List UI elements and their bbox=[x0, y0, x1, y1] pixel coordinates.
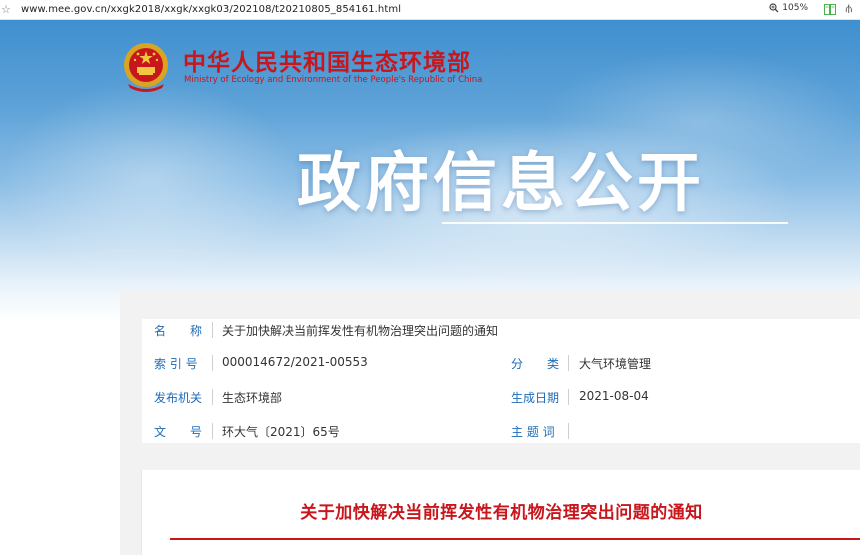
article-title: 关于加快解决当前挥发性有机物治理突出问题的通知 bbox=[300, 503, 703, 523]
reader-mode-icon[interactable] bbox=[824, 4, 836, 18]
name-label: 名 称 bbox=[154, 324, 203, 338]
pin-icon[interactable]: ⫛ bbox=[845, 2, 852, 16]
site-subtitle: Ministry of Ecology and Environment of t… bbox=[184, 75, 483, 85]
issuer-value: 生态环境部 bbox=[222, 391, 283, 405]
docno-label: 文 号 bbox=[154, 425, 203, 439]
banner-cloud bbox=[0, 80, 300, 280]
national-emblem-icon[interactable] bbox=[120, 40, 172, 94]
divider bbox=[212, 423, 213, 439]
hero-divider bbox=[442, 222, 788, 224]
issuer-label: 发布机关 bbox=[154, 391, 203, 405]
zoom-indicator[interactable]: 105% bbox=[769, 3, 808, 13]
article-panel: 关于加快解决当前挥发性有机物治理突出问题的通知 bbox=[141, 470, 860, 555]
info-row-index: 索 引 号 000014672/2021-00553 分 类 大气环境管理 bbox=[142, 347, 860, 379]
info-row-docno: 文 号 环大气〔2021〕65号 主 题 词 bbox=[142, 415, 860, 447]
index-label: 索 引 号 bbox=[154, 357, 198, 371]
divider bbox=[212, 322, 213, 338]
divider bbox=[568, 355, 569, 371]
site-title[interactable]: 中华人民共和国生态环境部 bbox=[183, 43, 471, 77]
hero-title: 政府信息公开 bbox=[297, 147, 705, 221]
zoom-icon bbox=[769, 3, 779, 13]
category-value: 大气环境管理 bbox=[579, 357, 652, 371]
divider bbox=[568, 389, 569, 405]
divider bbox=[568, 423, 569, 439]
divider bbox=[212, 389, 213, 405]
bookmark-star-icon[interactable]: ☆ bbox=[1, 3, 13, 16]
index-value: 000014672/2021-00553 bbox=[222, 355, 368, 369]
subject-label: 主 题 词 bbox=[511, 425, 555, 439]
browser-address-bar: ☆ www.mee.gov.cn/xxgk2018/xxgk/xxgk03/20… bbox=[0, 0, 860, 20]
zoom-level: 105% bbox=[782, 3, 808, 13]
docno-value: 环大气〔2021〕65号 bbox=[222, 425, 340, 439]
date-value: 2021-08-04 bbox=[579, 389, 649, 403]
name-value: 关于加快解决当前挥发性有机物治理突出问题的通知 bbox=[222, 324, 499, 338]
info-row-issuer: 发布机关 生态环境部 生成日期 2021-08-04 bbox=[142, 381, 860, 413]
info-row-name: 名 称 关于加快解决当前挥发性有机物治理突出问题的通知 bbox=[142, 314, 860, 346]
document-info-table: 名 称 关于加快解决当前挥发性有机物治理突出问题的通知 索 引 号 000014… bbox=[142, 319, 860, 443]
divider bbox=[212, 355, 213, 371]
url-field[interactable]: www.mee.gov.cn/xxgk2018/xxgk/xxgk03/2021… bbox=[21, 4, 401, 15]
article-title-rule bbox=[170, 538, 860, 540]
document-info-panel: 名 称 关于加快解决当前挥发性有机物治理突出问题的通知 索 引 号 000014… bbox=[120, 290, 860, 460]
category-label: 分 类 bbox=[511, 357, 560, 371]
date-label: 生成日期 bbox=[511, 391, 560, 405]
